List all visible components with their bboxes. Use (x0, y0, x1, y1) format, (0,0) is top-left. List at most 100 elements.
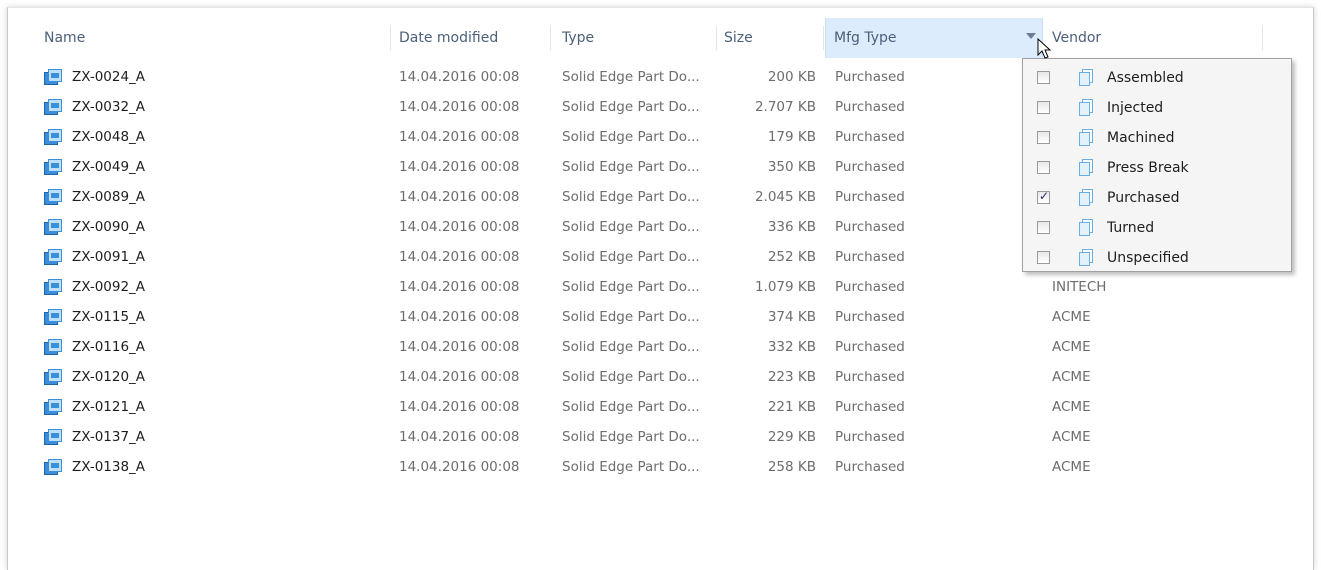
filter-option-label: Assembled (1107, 70, 1184, 86)
filter-option[interactable]: Machined (1023, 123, 1291, 153)
file-type: Solid Edge Part Do... (562, 189, 700, 205)
file-date-modified: 14.04.2016 00:08 (399, 279, 520, 295)
filter-option[interactable]: Assembled (1023, 63, 1291, 93)
solid-edge-part-icon (44, 159, 62, 175)
filter-checkbox[interactable] (1037, 131, 1050, 144)
file-name: ZX-0120_A (72, 369, 146, 385)
mouse-pointer-icon (1037, 38, 1052, 59)
filter-checkbox[interactable] (1037, 71, 1050, 84)
solid-edge-part-icon (44, 99, 62, 115)
file-date-modified: 14.04.2016 00:08 (399, 429, 520, 445)
filter-option[interactable]: Injected (1023, 93, 1291, 123)
file-size: 221 KB (767, 399, 816, 415)
file-name: ZX-0090_A (72, 219, 146, 235)
file-date-modified: 14.04.2016 00:08 (399, 339, 520, 355)
file-date-modified: 14.04.2016 00:08 (399, 129, 520, 145)
column-header-type[interactable]: Type (554, 18, 714, 58)
column-header-date[interactable]: Date modified (391, 18, 551, 58)
solid-edge-part-icon (44, 339, 62, 355)
file-size: 332 KB (767, 339, 816, 355)
file-vendor: INITECH (1052, 279, 1107, 295)
file-size: 374 KB (767, 309, 816, 325)
solid-edge-part-icon (44, 399, 62, 415)
document-stack-icon (1078, 99, 1094, 117)
filter-checkbox[interactable] (1037, 161, 1050, 174)
solid-edge-part-icon (44, 129, 62, 145)
file-type: Solid Edge Part Do... (562, 339, 700, 355)
column-header-date-label: Date modified (399, 30, 499, 46)
column-header-mfg-type[interactable]: Mfg Type (825, 18, 1043, 58)
file-name: ZX-0138_A (72, 459, 146, 475)
file-mfg-type: Purchased (835, 399, 905, 415)
filter-option-label: Injected (1107, 100, 1164, 116)
filter-option[interactable]: Press Break (1023, 153, 1291, 183)
file-name: ZX-0137_A (72, 429, 146, 445)
file-size: 229 KB (767, 429, 816, 445)
file-name: ZX-0032_A (72, 99, 146, 115)
file-type: Solid Edge Part Do... (562, 459, 700, 475)
filter-option-label: Unspecified (1107, 250, 1189, 266)
file-row[interactable]: ZX-0137_A 14.04.2016 00:08 Solid Edge Part… (8, 422, 1313, 452)
mfg-type-filter-popup: Assembled Injected Machined Press Break Purc… (1022, 58, 1292, 272)
filter-checkbox[interactable] (1037, 189, 1050, 204)
filter-option-label: Press Break (1107, 160, 1189, 176)
column-header-vendor-label: Vendor (1052, 30, 1102, 46)
filter-checkbox[interactable] (1037, 101, 1050, 114)
column-header-name[interactable]: Name (36, 18, 392, 58)
file-type: Solid Edge Part Do... (562, 399, 700, 415)
file-date-modified: 14.04.2016 00:08 (399, 399, 520, 415)
filter-checkbox[interactable] (1037, 251, 1050, 264)
file-mfg-type: Purchased (835, 69, 905, 85)
file-mfg-type: Purchased (835, 459, 905, 475)
file-name: ZX-0024_A (72, 69, 146, 85)
file-date-modified: 14.04.2016 00:08 (399, 99, 520, 115)
file-vendor: ACME (1052, 339, 1091, 355)
filter-option[interactable]: Turned (1023, 213, 1291, 243)
column-divider[interactable] (823, 26, 824, 50)
filter-dropdown-arrow-icon[interactable] (1026, 33, 1036, 39)
file-size: 350 KB (767, 159, 816, 175)
file-name: ZX-0049_A (72, 159, 146, 175)
file-date-modified: 14.04.2016 00:08 (399, 159, 520, 175)
filter-checkbox[interactable] (1037, 221, 1050, 234)
file-mfg-type: Purchased (835, 369, 905, 385)
file-size: 2.045 KB (754, 189, 816, 205)
solid-edge-part-icon (44, 219, 62, 235)
filter-option[interactable]: Unspecified (1023, 243, 1291, 273)
file-date-modified: 14.04.2016 00:08 (399, 189, 520, 205)
solid-edge-part-icon (44, 189, 62, 205)
file-vendor: ACME (1052, 459, 1091, 475)
column-divider[interactable] (1262, 26, 1263, 50)
file-row[interactable]: ZX-0092_A 14.04.2016 00:08 Solid Edge Part… (8, 272, 1313, 302)
filter-option[interactable]: Purchased (1023, 183, 1291, 213)
solid-edge-part-icon (44, 459, 62, 475)
file-vendor: ACME (1052, 369, 1091, 385)
file-row[interactable]: ZX-0116_A 14.04.2016 00:08 Solid Edge Part… (8, 332, 1313, 362)
file-row[interactable]: ZX-0115_A 14.04.2016 00:08 Solid Edge Part… (8, 302, 1313, 332)
document-stack-icon (1078, 219, 1094, 237)
document-stack-icon (1078, 159, 1094, 177)
file-row[interactable]: ZX-0120_A 14.04.2016 00:08 Solid Edge Part… (8, 362, 1313, 392)
file-row[interactable]: ZX-0138_A 14.04.2016 00:08 Solid Edge Part… (8, 452, 1313, 482)
document-stack-icon (1078, 129, 1094, 147)
solid-edge-part-icon (44, 429, 62, 445)
column-header-size[interactable]: Size (716, 18, 821, 58)
file-name: ZX-0089_A (72, 189, 146, 205)
file-mfg-type: Purchased (835, 339, 905, 355)
file-size: 258 KB (767, 459, 816, 475)
column-header-vendor[interactable]: Vendor (1044, 18, 1264, 58)
file-type: Solid Edge Part Do... (562, 429, 700, 445)
file-type: Solid Edge Part Do... (562, 129, 700, 145)
explorer-window: Name Date modified Type Size Mfg Type Ve… (7, 7, 1314, 570)
solid-edge-part-icon (44, 369, 62, 385)
file-size: 179 KB (767, 129, 816, 145)
file-date-modified: 14.04.2016 00:08 (399, 459, 520, 475)
column-divider[interactable] (550, 26, 551, 50)
file-type: Solid Edge Part Do... (562, 99, 700, 115)
file-date-modified: 14.04.2016 00:08 (399, 309, 520, 325)
file-size: 200 KB (767, 69, 816, 85)
file-name: ZX-0091_A (72, 249, 146, 265)
file-size: 252 KB (767, 249, 816, 265)
file-date-modified: 14.04.2016 00:08 (399, 369, 520, 385)
file-row[interactable]: ZX-0121_A 14.04.2016 00:08 Solid Edge Part… (8, 392, 1313, 422)
